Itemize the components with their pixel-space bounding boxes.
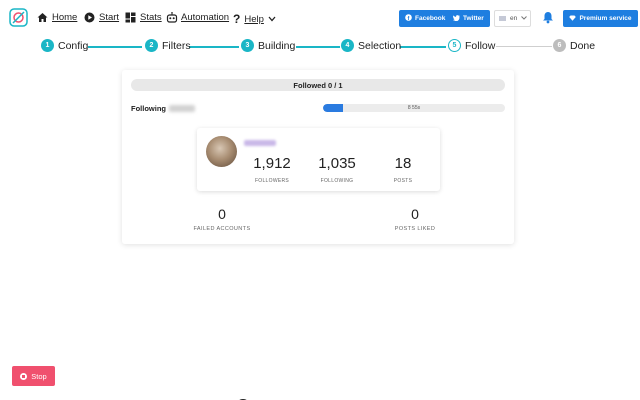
- step-selection: 4 Selection: [341, 39, 401, 52]
- step-label: Follow: [465, 39, 496, 52]
- posts-liked-stat: 0 POSTS LIKED: [380, 206, 450, 232]
- step-connector: [88, 46, 142, 48]
- nav-start[interactable]: Start: [84, 12, 119, 23]
- posts-label: POSTS: [393, 178, 413, 184]
- step-number: 2: [145, 39, 158, 52]
- following-stat: 1,035 FOLLOWING: [315, 155, 359, 184]
- flag-icon: [499, 16, 506, 21]
- step-connector: [189, 46, 239, 48]
- followers-stat: 1,912 FOLLOWERS: [250, 155, 294, 184]
- posts-value: 18: [394, 155, 412, 172]
- svg-text:f: f: [408, 16, 410, 21]
- step-building: 3 Building: [241, 39, 295, 52]
- premium-label: Premium service: [579, 15, 632, 22]
- facebook-icon: f: [405, 14, 412, 23]
- liked-label: POSTS LIKED: [394, 226, 436, 232]
- liked-value: 0: [411, 206, 419, 222]
- step-number: 5: [448, 39, 461, 52]
- stop-icon: [20, 372, 28, 380]
- chevron-down-icon: [268, 14, 276, 25]
- stop-button[interactable]: Stop: [12, 366, 55, 386]
- step-label: Done: [570, 39, 596, 52]
- followed-progress-bar: Followed 0 / 1: [131, 79, 505, 91]
- failed-label: FAILED ACCOUNTS: [193, 226, 251, 232]
- followers-label: FOLLOWERS: [254, 178, 290, 184]
- app-logo-icon[interactable]: [9, 8, 28, 27]
- failed-value: 0: [218, 206, 226, 222]
- step-config: 1 Config: [41, 39, 88, 52]
- step-label: Config: [58, 39, 89, 52]
- top-navbar: Home Start Stats Automation ? Help f Fac…: [0, 0, 640, 36]
- step-done: 6 Done: [553, 39, 595, 52]
- language-value: en: [510, 15, 518, 22]
- timer-text: 8 55s: [407, 105, 421, 111]
- followed-progress-label: Followed 0 / 1: [293, 80, 343, 90]
- facebook-button[interactable]: f Facebook: [399, 10, 452, 27]
- avatar[interactable]: [206, 136, 237, 167]
- step-connector: [400, 46, 446, 48]
- grid-icon: [125, 12, 136, 23]
- nav-automation[interactable]: Automation: [166, 12, 229, 23]
- step-label: Filters: [162, 39, 191, 52]
- language-select[interactable]: en: [494, 10, 531, 27]
- current-following-label: Following: [131, 104, 195, 113]
- step-label: Building: [258, 39, 296, 52]
- home-icon: [37, 12, 48, 23]
- failed-accounts-stat: 0 FAILED ACCOUNTS: [187, 206, 257, 232]
- partial-bottom-item: emmawatson: [236, 393, 300, 400]
- step-number: 4: [341, 39, 354, 52]
- step-connector: [496, 46, 552, 47]
- nav-start-label: Start: [99, 12, 120, 23]
- twitter-icon: [452, 14, 460, 23]
- blurred-username: [169, 105, 195, 112]
- step-follow: 5 Follow: [448, 39, 495, 52]
- nav-automation-label: Automation: [181, 12, 230, 23]
- premium-service-button[interactable]: Premium service: [563, 10, 638, 27]
- robot-icon: [166, 12, 178, 23]
- play-icon: [84, 12, 95, 23]
- nav-home[interactable]: Home: [37, 12, 77, 23]
- chevron-down-icon: [521, 15, 528, 22]
- twitter-button[interactable]: Twitter: [447, 10, 490, 27]
- following-label: FOLLOWING: [320, 178, 354, 184]
- diamond-icon: [569, 15, 577, 23]
- step-number: 1: [41, 39, 54, 52]
- step-number: 6: [553, 39, 566, 52]
- bell-icon[interactable]: [542, 11, 554, 29]
- stop-label: Stop: [31, 371, 47, 381]
- nav-stats-label: Stats: [140, 12, 162, 23]
- followers-value: 1,912: [253, 155, 291, 172]
- step-filters: 2 Filters: [145, 39, 191, 52]
- blurred-profile-username[interactable]: [244, 140, 276, 146]
- facebook-label: Facebook: [415, 15, 446, 22]
- twitter-label: Twitter: [463, 15, 484, 22]
- question-icon: ?: [233, 12, 241, 26]
- following-value: 1,035: [318, 155, 356, 172]
- nav-help[interactable]: ? Help: [233, 12, 276, 26]
- nav-stats[interactable]: Stats: [125, 12, 162, 23]
- follow-timer-progress: 8 55s: [323, 104, 505, 112]
- nav-home-label: Home: [52, 12, 78, 23]
- step-label: Selection: [358, 39, 402, 52]
- following-text: Following: [131, 104, 166, 113]
- nav-help-label: Help: [244, 13, 264, 25]
- posts-stat: 18 POSTS: [383, 155, 423, 184]
- step-number: 3: [241, 39, 254, 52]
- step-connector: [296, 46, 340, 48]
